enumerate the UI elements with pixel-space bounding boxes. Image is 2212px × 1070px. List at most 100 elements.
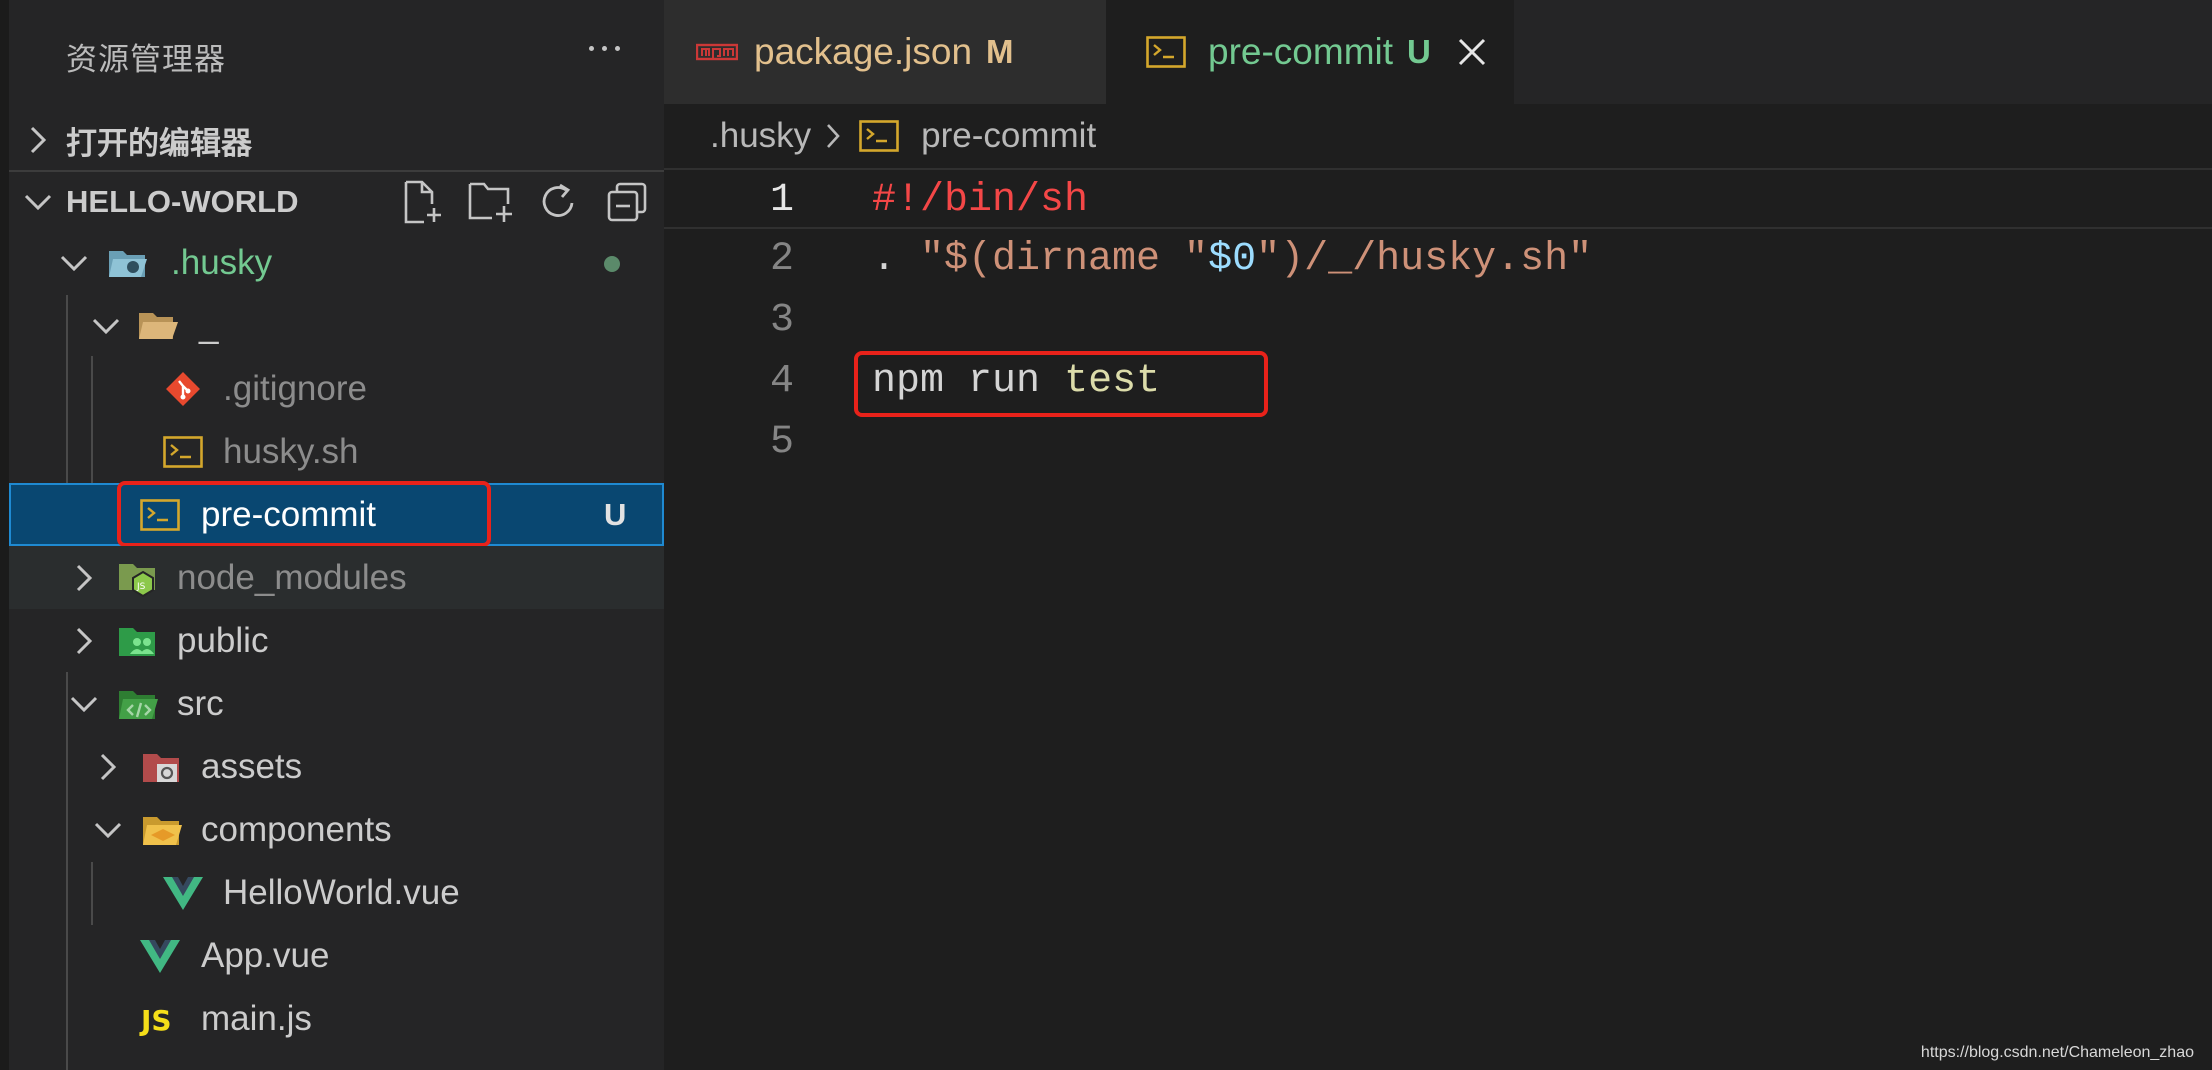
explorer-actions (399, 172, 651, 232)
tree-item-label: HelloWorld.vue (223, 873, 460, 912)
chevron-right-icon (69, 546, 99, 609)
folder-node-icon: JS (117, 557, 159, 599)
folder-open-icon (137, 305, 179, 347)
tree-item-label: public (177, 621, 269, 660)
code-line-1: 1 #!/bin/sh (664, 168, 2212, 229)
tab-label: pre-commit (1208, 31, 1394, 72)
tab-bar: package.json M pre-commit U (664, 0, 2212, 104)
project-name: HELLO-WORLD (66, 184, 299, 219)
tree-item-label: husky.sh (223, 432, 359, 471)
code-line-5: 5 (664, 412, 2212, 473)
collapse-all-icon[interactable] (603, 178, 651, 226)
ellipsis-icon[interactable] (579, 28, 629, 68)
new-file-icon[interactable] (399, 178, 447, 226)
tab-label: package.json (754, 31, 973, 72)
folder-components-icon (141, 809, 183, 851)
open-editors-label: 打开的编辑器 (66, 125, 252, 161)
tree-item-label: node_modules (177, 558, 407, 597)
breadcrumb-file[interactable]: pre-commit (921, 116, 1096, 156)
chevron-down-icon (23, 172, 53, 232)
tree-item-husky-sh[interactable]: husky.sh (9, 420, 664, 483)
tree-item-helloworld-vue[interactable]: HelloWorld.vue (9, 861, 664, 924)
tree-item-underscore[interactable]: _ (9, 294, 664, 357)
folder-assets-icon (141, 746, 183, 788)
code-token: ")/_/husky.sh" (1256, 237, 1593, 282)
new-folder-icon[interactable] (467, 178, 515, 226)
code-line-2: 2 . "$(dirname "$0")/_/husky.sh" (664, 229, 2212, 290)
tree-item-components[interactable]: components (9, 798, 664, 861)
modified-badge: M (986, 33, 1014, 70)
terminal-icon (859, 120, 899, 152)
modified-dot (604, 256, 620, 272)
explorer-header: 资源管理器 (9, 0, 664, 110)
tree-item-husky[interactable]: .husky (9, 231, 664, 294)
tree-item-label: pre-commit (201, 495, 377, 534)
code-token: npm (872, 359, 945, 404)
tree-item-label: main.js (201, 999, 312, 1038)
code-token: $0 (1208, 237, 1257, 282)
svg-text:JS: JS (139, 1004, 172, 1036)
chevron-right-icon (93, 735, 123, 798)
tree-item-label: .gitignore (223, 369, 367, 408)
js-icon: JS (139, 998, 181, 1040)
chevron-right-icon (825, 121, 841, 151)
chevron-down-icon (69, 672, 99, 735)
breadcrumb: .husky pre-commit (664, 104, 2212, 168)
refresh-icon[interactable] (535, 178, 583, 226)
line-number: 5 (769, 420, 794, 465)
line-number: 2 (769, 237, 794, 282)
chevron-down-icon (59, 231, 89, 294)
line-number: 1 (769, 178, 794, 223)
open-editors-section[interactable]: 打开的编辑器 (9, 110, 664, 170)
svg-text:JS: JS (136, 582, 146, 592)
editor-area: package.json M pre-commit U .husky pre-c… (664, 0, 2212, 1070)
line-number: 3 (769, 298, 794, 343)
code-token: test (1064, 359, 1161, 404)
folder-public-icon (117, 620, 159, 662)
npm-icon (696, 43, 738, 61)
code-editor[interactable]: 1 #!/bin/sh 2 . "$(dirname "$0")/_/husky… (664, 168, 2212, 1070)
folder-src-icon (117, 683, 159, 725)
tree-item-app-vue[interactable]: App.vue (9, 924, 664, 987)
breadcrumb-folder[interactable]: .husky (710, 116, 811, 156)
tree-item-node-modules[interactable]: JS node_modules (9, 546, 664, 609)
chevron-right-icon (23, 110, 53, 170)
code-token: . (872, 237, 921, 282)
folder-husky-icon (107, 242, 149, 284)
line-number: 4 (769, 359, 794, 404)
tree-item-gitignore[interactable]: .gitignore (9, 357, 664, 420)
code-token: run (968, 359, 1041, 404)
tree-item-label: src (177, 684, 224, 723)
terminal-icon (1146, 36, 1188, 68)
vue-icon (139, 935, 181, 977)
untracked-badge: U (604, 497, 627, 532)
code-text: . "$(dirname "$0")/_/husky.sh" (872, 229, 1592, 290)
tree-item-label: components (201, 810, 392, 849)
tree-item-label: assets (201, 747, 303, 786)
chevron-down-icon (93, 798, 123, 861)
tree-item-main-js[interactable]: JS main.js (9, 987, 664, 1050)
chevron-down-icon (91, 294, 121, 357)
tree-item-label: .husky (171, 243, 273, 282)
tab-pre-commit[interactable]: pre-commit U (1106, 0, 1514, 104)
vue-icon (162, 872, 204, 914)
code-token: "$(dirname " (920, 237, 1209, 282)
tree-item-assets[interactable]: assets (9, 735, 664, 798)
explorer-title: 资源管理器 (66, 42, 226, 77)
tree-item-label: App.vue (201, 936, 330, 975)
tree-item-public[interactable]: public (9, 609, 664, 672)
terminal-icon (139, 494, 181, 536)
chevron-right-icon (69, 609, 99, 672)
tab-package-json[interactable]: package.json M (664, 0, 1106, 104)
code-line-4: 4 npm run test (664, 351, 2212, 412)
watermark: https://blog.csdn.net/Chameleon_zhao (1920, 1044, 2194, 1061)
tree-item-src[interactable]: src (9, 672, 664, 735)
terminal-icon (162, 431, 204, 473)
close-icon[interactable] (1457, 37, 1487, 67)
code-text: #!/bin/sh (872, 178, 1089, 223)
tree-item-pre-commit[interactable]: pre-commit U (9, 483, 664, 546)
code-text: npm run test (872, 351, 1160, 412)
code-line-3: 3 (664, 290, 2212, 351)
tree-item-label: _ (199, 306, 219, 345)
untracked-badge: U (1407, 33, 1431, 70)
